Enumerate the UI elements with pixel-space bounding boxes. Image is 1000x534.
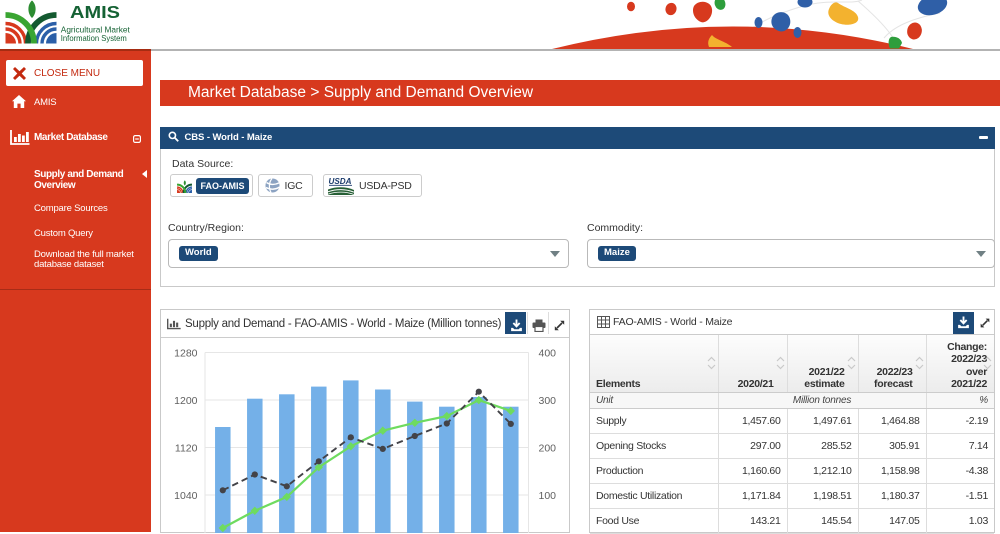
svg-text:Information System: Information System: [61, 33, 127, 43]
svg-text:400: 400: [539, 348, 557, 360]
svg-text:1280: 1280: [174, 348, 198, 360]
svg-text:1040: 1040: [174, 490, 198, 502]
svg-text:300: 300: [539, 395, 557, 407]
svg-text:1120: 1120: [175, 443, 198, 455]
svg-text:AMIS: AMIS: [70, 2, 120, 22]
svg-text:200: 200: [539, 443, 557, 455]
svg-text:100: 100: [539, 490, 557, 502]
svg-text:USDA: USDA: [329, 177, 352, 186]
svg-text:1200: 1200: [174, 395, 198, 407]
